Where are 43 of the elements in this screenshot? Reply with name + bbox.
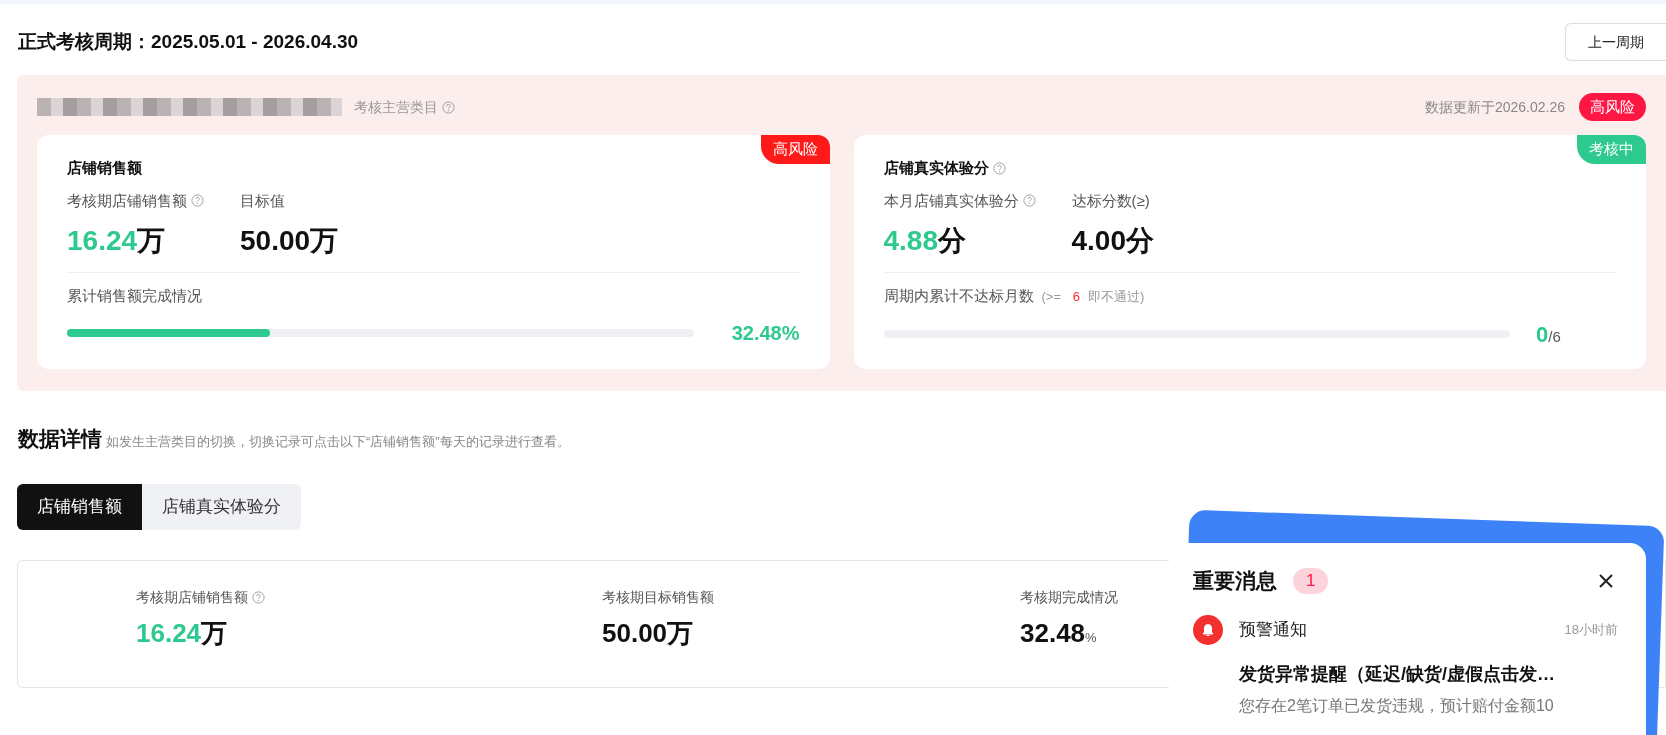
status-corner-badge: 高风险 (760, 135, 830, 164)
stat-label: 考核期完成情况 (1020, 588, 1118, 607)
progress-reading: 0/6 (1535, 320, 1562, 349)
risk-badge: 高风险 (1579, 92, 1646, 122)
category-label: 考核主营类目 (354, 97, 438, 117)
period-title: 正式考核周期：2025.05.01 - 2026.04.30 (18, 29, 359, 54)
progress-reading: 32.48% (730, 320, 800, 346)
tab[interactable]: 店铺销售额 (17, 484, 142, 530)
message-type: 预警通知 (1239, 618, 1307, 641)
previous-period-button[interactable]: 上一周期 (1565, 23, 1666, 61)
stat-value: 16.24万 (136, 617, 228, 650)
message-headline: 发货异常提醒（延迟/缺货/虚假点击发… (1239, 662, 1556, 686)
update-time: 数据更新于2026.02.26 (1424, 97, 1565, 117)
progress-label: 累计销售额完成情况 (67, 286, 202, 306)
message-body: 您存在2笔订单已发货违规，预计赔付金额10 (1239, 695, 1555, 716)
close-icon[interactable] (1598, 572, 1614, 589)
status-corner-badge: 考核中 (1577, 135, 1646, 164)
progress-label: 周期内累计不达标月数 (883, 286, 1034, 306)
metric-label: 本月店铺真实体验分 (883, 190, 1019, 211)
metric-label: 考核期店铺销售额 (67, 190, 187, 211)
help-icon (191, 194, 204, 208)
help-icon (442, 100, 455, 114)
bell-icon (1193, 614, 1223, 645)
section-title: 数据详情 (18, 425, 102, 452)
target-label: 达标分数(≥) (1071, 190, 1151, 211)
target-value: 4.00分 (1071, 224, 1154, 258)
threshold-hint: (>= 6 即不通过) (1041, 287, 1145, 306)
metric-value: 4.88分 (883, 224, 967, 258)
stat-label: 考核期目标销售额 (602, 588, 714, 607)
stat-value: 32.48% (1020, 617, 1097, 650)
target-value: 50.00万 (240, 224, 339, 258)
metric-value: 16.24万 (67, 224, 167, 258)
help-icon (1022, 194, 1036, 208)
card-title: 店铺真实体验分 (883, 158, 989, 178)
count-badge: 1 (1293, 568, 1329, 594)
card-title: 店铺销售额 (67, 158, 142, 178)
tab[interactable]: 店铺真实体验分 (142, 484, 301, 530)
section-note: 如发生主营类目的切换，切换记录可点击以下“店铺销售额”每天的记录进行查看。 (106, 432, 570, 451)
message-time: 18小时前 (1564, 620, 1618, 639)
stat-value: 50.00万 (602, 617, 694, 650)
stat-label: 考核期店铺销售额 (136, 588, 248, 607)
target-label: 目标值 (240, 190, 286, 211)
popup-title: 重要消息 (1193, 568, 1277, 594)
